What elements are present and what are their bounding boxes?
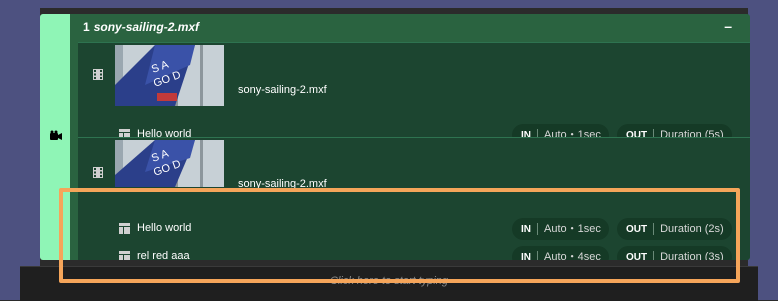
camera-icon — [50, 130, 62, 140]
out-transition-pill[interactable]: OUT Duration (2s) — [617, 218, 732, 240]
part-number: 1 — [83, 20, 90, 34]
input-placeholder[interactable]: Click here to start typing — [0, 275, 778, 287]
piece-card[interactable]: S A GO D sony-sailing-2.mxf Hello world … — [78, 137, 750, 260]
part-block[interactable]: 1 sony-sailing-2.mxf – S A GO D sony-sail… — [40, 14, 750, 260]
piece-card[interactable]: S A GO D sony-sailing-2.mxf Hello world … — [78, 42, 750, 149]
graphic-row[interactable]: rel red aaa IN Auto・4sec OUT Duration (3s) — [78, 246, 750, 260]
out-value: Duration (2s) — [660, 223, 724, 235]
graphic-row[interactable]: Hello world IN Auto・1sec OUT Duration (2s) — [78, 218, 750, 240]
left-gutter — [0, 0, 40, 300]
out-transition-pill[interactable]: OUT Duration (3s) — [617, 246, 732, 260]
right-gutter — [748, 0, 778, 300]
in-tag: IN — [521, 224, 531, 235]
in-value: Auto・1sec — [544, 223, 601, 235]
out-tag: OUT — [626, 252, 648, 260]
in-value: Auto・4sec — [544, 251, 601, 260]
part-title: 1 sony-sailing-2.mxf — [83, 20, 199, 34]
film-icon — [93, 69, 103, 80]
clip-name: sony-sailing-2.mxf — [238, 178, 327, 190]
film-icon — [93, 167, 103, 178]
graphic-label: Hello world — [137, 222, 192, 234]
out-tag: OUT — [626, 224, 648, 235]
clip-thumbnail: S A GO D — [115, 140, 224, 187]
clip-thumbnail: S A GO D — [115, 45, 224, 106]
out-value: Duration (3s) — [660, 251, 724, 260]
part-type-strip — [40, 14, 70, 260]
template-icon — [119, 223, 130, 234]
part-name: sony-sailing-2.mxf — [93, 20, 200, 34]
minus-icon[interactable]: – — [724, 18, 732, 34]
top-border — [0, 0, 778, 8]
graphic-label: rel red aaa — [137, 250, 190, 260]
clip-name: sony-sailing-2.mxf — [238, 84, 327, 96]
in-tag: IN — [521, 252, 531, 260]
template-icon — [119, 251, 130, 260]
in-transition-pill[interactable]: IN Auto・4sec — [512, 246, 609, 260]
in-transition-pill[interactable]: IN Auto・1sec — [512, 218, 609, 240]
